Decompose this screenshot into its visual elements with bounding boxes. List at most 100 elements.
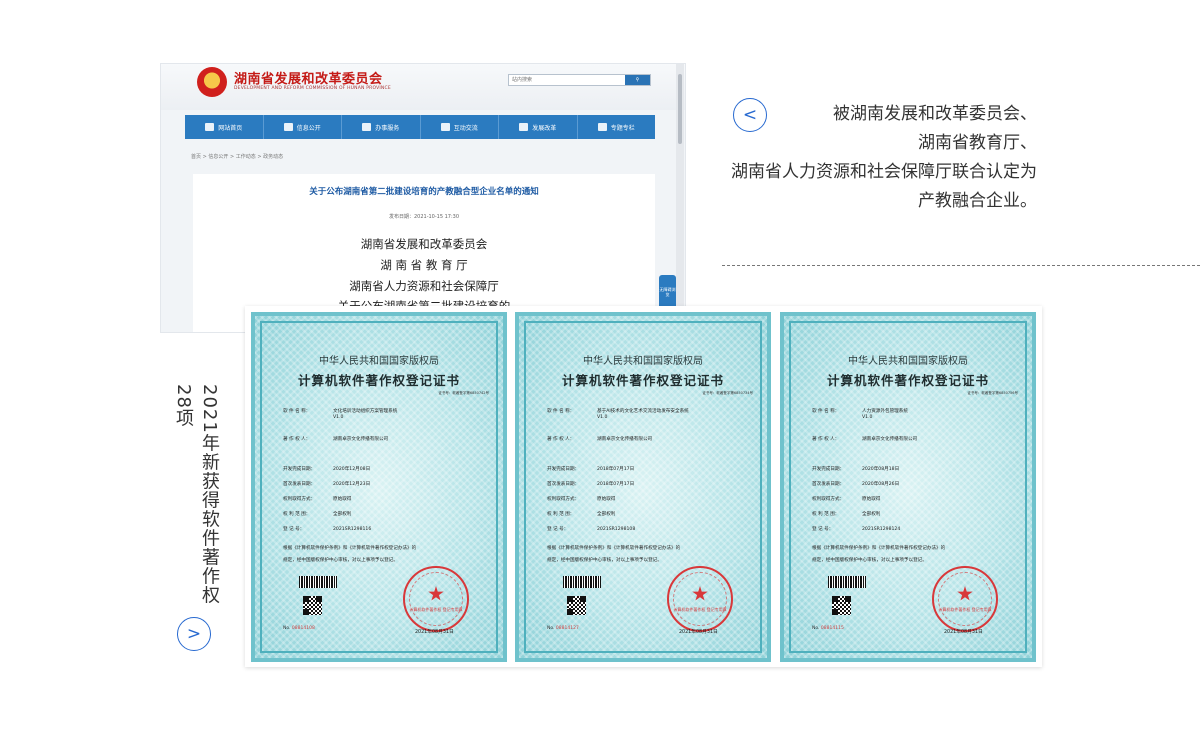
cert-field-pub-date: 首次发表日期： 2020年08月26日 <box>812 481 899 487</box>
site-nav-item[interactable]: 专题专栏 <box>578 115 656 139</box>
document-icon <box>362 123 372 131</box>
site-scroll-thumb[interactable] <box>678 74 682 144</box>
cert-serial-prefix: No. <box>547 626 555 631</box>
cert-label: 登 记 号： <box>812 527 834 532</box>
cert-value: 2020年08月18日 <box>862 467 900 472</box>
cert-field-software: 软 件 名 称： 基于AI技术的文化艺术交流活动发布安全系统 <box>547 408 689 414</box>
certificates-panel: 中华人民共和国国家版权局 计算机软件著作权登记证书 证书号：软著登字第68507… <box>245 306 1042 667</box>
cert-number: 证书号：软著登字第6850734号 <box>702 391 753 395</box>
cert-field-reg: 登 记 号： 2021SR1298116 <box>283 526 371 532</box>
cert-note: 根据《计算机软件保护条例》和《计算机软件著作权登记办法》的 <box>812 546 946 551</box>
official-seal: 计算机软件著作权 登记专用章 <box>667 566 733 632</box>
cert-serial-prefix: No. <box>812 626 820 631</box>
cert-value: 原始取得 <box>597 497 616 502</box>
site-nav-label: 专题专栏 <box>610 124 635 132</box>
chat-icon <box>440 123 450 131</box>
cert-label: 登 记 号： <box>283 527 305 532</box>
next-button[interactable]: > <box>177 617 211 651</box>
info-icon <box>283 123 293 131</box>
cert-label: 首次发表日期： <box>547 482 580 487</box>
cert-value: 2020年12月08日 <box>333 467 371 472</box>
cert-field-dev-date: 开发完成日期： 2020年12月08日 <box>283 466 370 472</box>
site-nav-label: 发展改革 <box>532 124 557 132</box>
site-nav-label: 网站首页 <box>218 124 243 132</box>
cert-label: 首次发表日期： <box>283 482 316 487</box>
cert-label: 首次发表日期： <box>812 482 845 487</box>
cert-label: 权 利 范 围： <box>283 512 311 517</box>
cert-field-owner: 著 作 权 人： 湖南卓京文化传播有限公司 <box>283 436 388 442</box>
cert-version: V1.0 <box>333 415 344 420</box>
site-nav-label: 互动交流 <box>453 124 478 132</box>
site-search-button[interactable]: ⚲ <box>625 75 650 85</box>
cert-date: 2021年08月31日 <box>415 630 454 635</box>
cert-field-pub-date: 首次发表日期： 2020年12月23日 <box>283 481 370 487</box>
cert-field-method: 权利取得方式： 原始取得 <box>547 496 615 502</box>
vertical-caption: 2021年新获得软件著作权28项 <box>173 384 220 605</box>
cert-value: 湖南卓京文化传播有限公司 <box>862 437 918 442</box>
cert-label: 登 记 号： <box>547 527 569 532</box>
cert-label: 软 件 名 称： <box>812 409 840 414</box>
calendar-icon <box>597 123 607 131</box>
seal-text: 计算机软件著作权 登记专用章 <box>938 607 992 612</box>
caption-line: 湖南省人力资源和社会保障厅联合认定为 <box>731 162 1037 182</box>
cert-field-scope: 权 利 范 围： 全部权利 <box>283 511 351 517</box>
site-search: ⚲ <box>508 74 651 86</box>
cert-note: 规定，经中国版权保护中心审核，对以上事项予以登记。 <box>283 558 398 563</box>
barcode-icon <box>563 576 601 588</box>
cert-label: 开发完成日期： <box>283 467 316 472</box>
caption: 被湖南发展和改革委员会、 湖南省教育厅、 湖南省人力资源和社会保障厅联合认定为 … <box>700 100 1037 216</box>
cert-note: 根据《计算机软件保护条例》和《计算机软件著作权登记办法》的 <box>547 546 681 551</box>
site-name-en: DEVELOPMENT AND REFORM COMMISSION OF HUN… <box>234 86 391 91</box>
cert-serial: No. 08814127 <box>547 626 579 631</box>
cert-label: 权 利 范 围： <box>812 512 840 517</box>
cert-value: 基于AI技术的文化艺术交流活动发布安全系统 <box>597 409 689 414</box>
cert-serial: No. 08814108 <box>283 626 315 631</box>
seal-ring <box>673 572 727 626</box>
qr-code-icon <box>303 596 322 615</box>
cert-issuer: 中华人民共和国国家版权局 <box>319 356 439 367</box>
article-line: 湖 南 省 教 育 厅 <box>380 258 468 272</box>
seal-text: 计算机软件著作权 登记专用章 <box>409 607 463 612</box>
site-nav-item[interactable]: 发展改革 <box>499 115 578 139</box>
site-search-input[interactable] <box>509 75 624 85</box>
qr-code-icon <box>567 596 586 615</box>
cert-date: 2021年08月31日 <box>679 630 718 635</box>
breadcrumb: 首页 > 信息公开 > 工作动态 > 政务动态 <box>191 154 284 160</box>
cert-value: 湖南卓京文化传播有限公司 <box>333 437 389 442</box>
cert-value: 2021SR1298108 <box>597 527 636 532</box>
site-nav-label: 办事服务 <box>375 124 400 132</box>
certificate: 中华人民共和国国家版权局 计算机软件著作权登记证书 证书号：软著登字第68507… <box>515 312 771 662</box>
certificate: 中华人民共和国国家版权局 计算机软件著作权登记证书 证书号：软著登字第68507… <box>780 312 1036 662</box>
cert-issuer: 中华人民共和国国家版权局 <box>583 356 703 367</box>
site-nav-item[interactable]: 网站首页 <box>185 115 264 139</box>
site-nav-item[interactable]: 信息公开 <box>264 115 342 139</box>
site-scrollbar[interactable] <box>676 64 684 332</box>
cert-serial-value: 08814108 <box>291 626 315 631</box>
barcode-icon <box>299 576 337 588</box>
site-header: 湖南省发展和改革委员会 DEVELOPMENT AND REFORM COMMI… <box>161 64 685 110</box>
site-nav-item[interactable]: 互动交流 <box>421 115 499 139</box>
cert-field-software: 软 件 名 称： 文化培训活动组织方案管理系统 <box>283 408 397 414</box>
cert-value: 湖南卓京文化传播有限公司 <box>597 437 653 442</box>
home-icon <box>205 123 215 131</box>
cert-value: 2018年07月17日 <box>597 482 635 487</box>
cert-label: 软 件 名 称： <box>283 409 311 414</box>
article-title: 关于公布湖南省第二批建设培育的产教融合型企业名单的通知 <box>309 187 539 197</box>
cert-field-reg: 登 记 号： 2021SR1298124 <box>812 526 900 532</box>
cert-value: 2020年12月23日 <box>333 482 371 487</box>
cert-value: 2021SR1298116 <box>333 527 372 532</box>
accessibility-float-button[interactable]: 无障碍浏览 <box>659 275 676 309</box>
cert-label: 著 作 权 人： <box>812 437 840 442</box>
cert-label: 著 作 权 人： <box>547 437 575 442</box>
cert-field-dev-date: 开发完成日期： 2020年08月18日 <box>812 466 899 472</box>
cert-label: 权利取得方式： <box>283 497 316 502</box>
cert-serial-value: 08814115 <box>820 626 844 631</box>
cert-value: 文化培训活动组织方案管理系统 <box>333 409 398 414</box>
cert-value: 原始取得 <box>333 497 352 502</box>
site-nav: 网站首页 信息公开 办事服务 互动交流 发展改革 专题专栏 <box>185 115 655 139</box>
seal-ring <box>409 572 463 626</box>
cert-title: 计算机软件著作权登记证书 <box>826 373 989 388</box>
cert-label: 权利取得方式： <box>547 497 580 502</box>
site-nav-item[interactable]: 办事服务 <box>342 115 421 139</box>
cert-label: 开发完成日期： <box>812 467 845 472</box>
